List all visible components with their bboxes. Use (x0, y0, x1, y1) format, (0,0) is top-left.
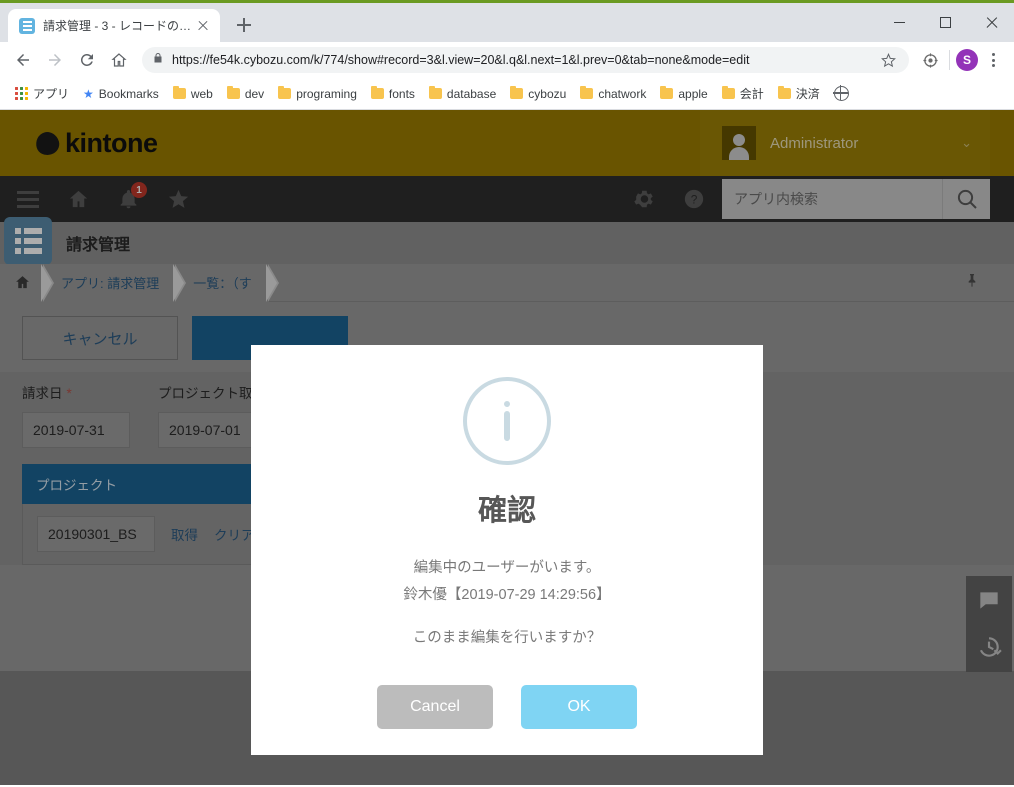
window-maximize-button[interactable] (922, 3, 968, 42)
globe-icon (833, 85, 849, 101)
bookmark-label: cybozu (528, 86, 567, 101)
bookmark-star-icon[interactable] (877, 49, 899, 71)
dialog-title: 確認 (477, 495, 536, 527)
dialog-buttons: Cancel OK (377, 685, 637, 730)
bookmark-label: dev (244, 86, 265, 101)
folder-icon (510, 85, 524, 99)
bookmark-label: Bookmarks (98, 86, 159, 101)
apps-grid-icon (15, 87, 28, 100)
bookmark-database[interactable]: database (423, 84, 502, 104)
bookmark-label: apple (678, 86, 708, 101)
browser-toolbar: https://fe54k.cybozu.com/k/774/show#reco… (0, 42, 1014, 78)
bookmark-dev[interactable]: dev (221, 84, 270, 104)
dialog-cancel-button[interactable]: Cancel (377, 685, 493, 730)
browser-window: 請求管理 - 3 - レコードの詳細 https://fe54k.cybozu.… (0, 0, 1014, 787)
browser-menu-icon[interactable] (980, 47, 1006, 73)
profile-avatar[interactable]: S (956, 49, 978, 71)
window-minimize-button[interactable] (876, 3, 922, 42)
dialog-line-1: 編集中のユーザーがいます。 (413, 560, 601, 576)
dialog-question: このまま編集を行いますか？ (412, 629, 602, 646)
folder-icon (278, 85, 292, 99)
dialog-line-2: 鈴木優【2019-07-29 14:29:56】 (403, 586, 611, 603)
dialog-message: 編集中のユーザーがいます。 鈴木優【2019-07-29 14:29:56】 こ… (403, 555, 610, 651)
extension-icon[interactable] (917, 47, 943, 73)
toolbar-divider (949, 50, 950, 70)
home-icon[interactable] (104, 45, 134, 75)
window-controls (876, 3, 1014, 42)
folder-icon (226, 85, 240, 99)
reload-icon[interactable] (72, 45, 102, 75)
tab-favicon-list-icon (19, 17, 35, 34)
window-close-button[interactable] (968, 3, 1014, 42)
new-tab-button[interactable] (230, 11, 258, 39)
bookmark-label: 会計 (739, 87, 764, 101)
bookmark-apps[interactable]: アプリ (9, 82, 75, 105)
url-text: https://fe54k.cybozu.com/k/774/show#reco… (172, 53, 750, 67)
dialog-spacer (403, 609, 610, 625)
tab-close-icon[interactable] (194, 17, 212, 35)
bookmark-web[interactable]: web (167, 84, 219, 104)
confirmation-dialog: 確認 編集中のユーザーがいます。 鈴木優【2019-07-29 14:29:56… (251, 345, 763, 755)
address-bar[interactable]: https://fe54k.cybozu.com/k/774/show#reco… (142, 47, 909, 73)
folder-icon (580, 85, 594, 99)
bookmark-globe[interactable] (828, 83, 855, 104)
forward-icon[interactable] (40, 45, 70, 75)
folder-icon (172, 85, 186, 99)
folder-icon (721, 85, 735, 99)
bookmarks-bar: アプリ ★ Bookmarks web dev programing fonts… (0, 78, 1014, 110)
info-icon (463, 377, 551, 465)
folder-icon (370, 85, 384, 99)
bookmark-bookmarks[interactable]: ★ Bookmarks (77, 84, 165, 104)
back-icon[interactable] (8, 45, 38, 75)
bookmark-fonts[interactable]: fonts (365, 84, 421, 104)
lock-icon (152, 51, 164, 70)
bookmark-programing[interactable]: programing (272, 84, 363, 104)
bookmark-chatwork[interactable]: chatwork (574, 84, 652, 104)
star-icon: ★ (83, 86, 94, 101)
bookmark-label: fonts (388, 86, 415, 101)
bookmark-label: programing (296, 86, 357, 101)
bookmark-label: アプリ (33, 87, 70, 101)
bookmark-label: 決済 (795, 87, 820, 101)
kintone-page: kintone Administrator ⌄ 1 ? アプリ内検索 請求管理 … (0, 110, 1014, 785)
folder-icon (777, 85, 791, 99)
browser-tab[interactable]: 請求管理 - 3 - レコードの詳細 (8, 9, 220, 42)
bookmark-label: chatwork (598, 86, 647, 101)
bookmark-label: web (190, 86, 213, 101)
folder-icon (428, 85, 442, 99)
tab-strip: 請求管理 - 3 - レコードの詳細 (0, 3, 1014, 42)
bookmark-kessai[interactable]: 決済 (772, 82, 826, 105)
dialog-ok-button[interactable]: OK (521, 685, 637, 730)
bookmark-cybozu[interactable]: cybozu (504, 84, 572, 104)
bookmark-apple[interactable]: apple (654, 84, 713, 104)
tab-title: 請求管理 - 3 - レコードの詳細 (43, 19, 194, 33)
folder-icon (660, 85, 674, 99)
bookmark-kaikei[interactable]: 会計 (716, 82, 770, 105)
bookmark-label: database (446, 86, 497, 101)
